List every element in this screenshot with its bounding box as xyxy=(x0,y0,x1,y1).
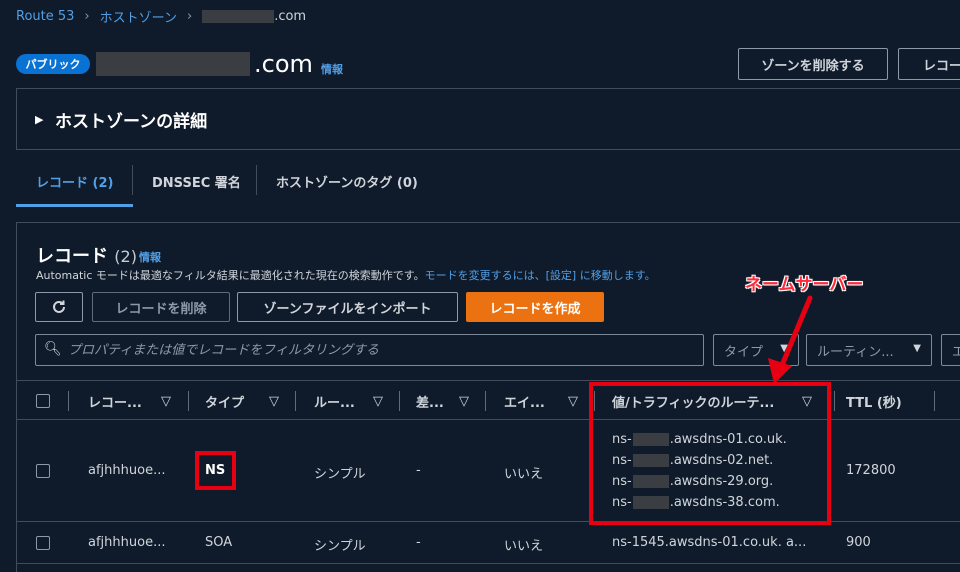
differentiator: - xyxy=(416,535,421,550)
alias-filter-select[interactable]: エ xyxy=(941,334,960,366)
select-all-checkbox[interactable] xyxy=(36,394,50,408)
column-header-record-name[interactable]: レコー... xyxy=(88,381,142,421)
record-name[interactable]: afjhhhuoe... xyxy=(88,463,165,478)
column-divider xyxy=(295,391,296,411)
sort-icon[interactable]: ▽ xyxy=(373,381,383,421)
routing-filter-select[interactable]: ルーティン... ▼ xyxy=(806,334,932,366)
import-zone-file-button[interactable]: ゾーンファイルをインポート xyxy=(237,292,458,322)
record-filter: 🔍︎ xyxy=(35,334,704,366)
refresh-icon xyxy=(53,300,65,313)
info-link[interactable]: 情報 xyxy=(321,61,343,77)
breadcrumb-hosted-zones[interactable]: ホストゾーン xyxy=(100,7,177,26)
public-badge: パブリック xyxy=(16,54,90,74)
column-divider xyxy=(68,391,69,411)
delete-record-button[interactable]: レコードを削除 xyxy=(92,292,230,322)
column-divider xyxy=(188,391,189,411)
ttl: 172800 xyxy=(846,463,896,478)
alias: いいえ xyxy=(504,539,544,554)
sort-icon[interactable]: ▽ xyxy=(161,381,171,421)
tab-records[interactable]: レコード (2) xyxy=(15,163,135,207)
routing-policy: シンプル xyxy=(314,539,366,554)
column-header-alias[interactable]: エイ... xyxy=(504,381,545,421)
settings-link[interactable]: モードを変更するには、[設定] に移動します。 xyxy=(425,269,656,282)
details-title: ホストゾーンの詳細 xyxy=(55,112,208,132)
differentiator: - xyxy=(416,463,421,478)
ns-highlight-box xyxy=(195,451,236,490)
chevron-right-icon: › xyxy=(84,9,90,24)
records-count: (2) xyxy=(114,247,137,266)
create-record-top-button[interactable]: レコー xyxy=(898,48,960,80)
record-name[interactable]: afjhhhuoe... xyxy=(88,535,165,550)
tab-dnssec[interactable]: DNSSEC 署名 xyxy=(152,163,241,199)
caret-down-icon: ▼ xyxy=(913,343,921,354)
search-icon: 🔍︎ xyxy=(44,341,62,357)
create-record-button[interactable]: レコードを作成 xyxy=(466,292,604,322)
tab-tags[interactable]: ホストゾーンのタグ (0) xyxy=(276,163,418,199)
chevron-right-icon: › xyxy=(186,9,193,24)
tab-divider xyxy=(256,165,257,195)
redacted-domain xyxy=(96,52,250,76)
tab-divider xyxy=(132,165,133,195)
breadcrumb-current-zone: .com xyxy=(202,9,306,24)
delete-zone-button[interactable]: ゾーンを削除する xyxy=(738,48,888,80)
records-info-link[interactable]: 情報 xyxy=(139,249,161,265)
routing-policy: シンプル xyxy=(314,467,366,482)
sort-icon[interactable]: ▽ xyxy=(459,381,469,421)
alias: いいえ xyxy=(504,467,544,482)
ttl: 900 xyxy=(846,535,871,550)
refresh-button[interactable] xyxy=(35,292,83,322)
column-header-routing[interactable]: ルー... xyxy=(314,381,355,421)
table-row[interactable]: afjhhhuoe... SOA シンプル - いいえ ns-1545.awsd… xyxy=(16,522,960,564)
column-header-diff[interactable]: 差... xyxy=(416,381,444,421)
column-divider xyxy=(834,391,835,411)
sort-icon[interactable]: ▽ xyxy=(568,381,578,421)
nameserver-highlight-box xyxy=(589,382,831,525)
column-header-ttl[interactable]: TTL (秒) xyxy=(846,381,902,421)
record-value: ns-1545.awsdns-01.co.uk. a... xyxy=(612,535,807,550)
annotation-arrow-icon xyxy=(768,295,813,384)
column-divider xyxy=(399,391,400,411)
caret-right-icon: ▶ xyxy=(35,113,44,126)
search-input[interactable] xyxy=(68,340,688,360)
breadcrumb-route53[interactable]: Route 53 xyxy=(16,9,74,24)
hosted-zone-details-panel[interactable]: ▶ ホストゾーンの詳細 xyxy=(16,88,960,150)
breadcrumb: Route 53 › ホストゾーン › .com xyxy=(16,7,306,26)
records-title: レコード (2) xyxy=(36,246,137,267)
tab-bar: レコード (2) DNSSEC 署名 ホストゾーンのタグ (0) xyxy=(15,163,960,207)
column-divider xyxy=(934,391,935,411)
page-title: .com xyxy=(96,50,313,78)
sort-icon[interactable]: ▽ xyxy=(269,381,279,421)
row-checkbox[interactable] xyxy=(36,464,50,478)
column-header-type[interactable]: タイプ xyxy=(205,381,244,421)
records-description: Automatic モードは最適なフィルタ結果に最適化された現在の検索動作です。… xyxy=(36,269,656,282)
redacted-domain xyxy=(202,10,275,23)
record-type: SOA xyxy=(205,535,233,550)
row-checkbox[interactable] xyxy=(36,536,50,550)
column-divider xyxy=(485,391,486,411)
